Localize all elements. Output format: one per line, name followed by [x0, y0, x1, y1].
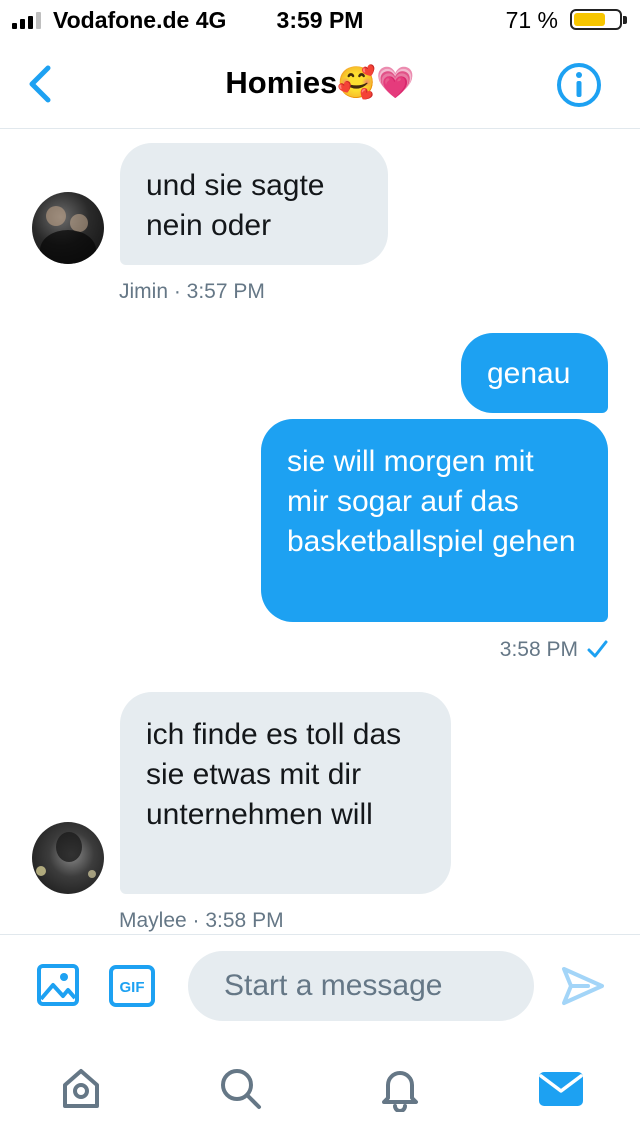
avatar[interactable]	[32, 822, 104, 894]
message-bubble[interactable]: ich finde es toll das sie etwas mit dir …	[120, 692, 451, 894]
info-circle-icon	[557, 63, 601, 107]
gif-label: GIF	[120, 979, 145, 996]
message-bubble[interactable]: sie will morgen mit mir sogar auf das ba…	[261, 419, 608, 622]
message-meta: Jimin · 3:57 PM	[119, 280, 265, 303]
info-button[interactable]	[556, 62, 602, 108]
image-icon	[37, 964, 79, 1006]
message-composer: GIF	[0, 934, 640, 1038]
battery-fill	[574, 13, 605, 26]
tab-notifications[interactable]	[376, 1064, 424, 1113]
message-input[interactable]	[188, 951, 534, 1021]
message-bubble[interactable]: genau	[461, 333, 608, 413]
checkmark-icon	[587, 640, 608, 658]
home-icon	[63, 1069, 99, 1108]
battery-icon	[570, 9, 627, 30]
gif-icon: GIF	[109, 965, 155, 1007]
signal-strength-icon	[12, 12, 41, 29]
notifications-icon	[382, 1071, 418, 1113]
carrier-label: Vodafone.de 4G	[53, 7, 227, 33]
add-image-button[interactable]	[36, 963, 80, 1007]
avatar[interactable]	[32, 192, 104, 264]
send-button[interactable]	[560, 965, 606, 1007]
message-bubble[interactable]: und sie sagte nein oder	[120, 143, 388, 265]
bottom-tab-bar	[0, 1038, 640, 1136]
status-bar: Vodafone.de 4G 3:59 PM 71 %	[0, 0, 640, 40]
send-icon	[562, 967, 604, 1005]
message-meta: Maylee · 3:58 PM	[119, 909, 284, 932]
add-gif-button[interactable]: GIF	[108, 964, 156, 1008]
back-button[interactable]	[24, 62, 60, 106]
tab-search[interactable]	[216, 1064, 264, 1112]
chevron-left-icon	[29, 65, 51, 103]
conversation-header: Homies🥰💗	[0, 40, 640, 129]
tab-home[interactable]	[57, 1064, 105, 1112]
conversation-title: Homies🥰💗	[225, 65, 415, 100]
search-icon	[221, 1069, 261, 1109]
battery-percent: 71 %	[505, 7, 558, 33]
messages-icon	[539, 1072, 583, 1106]
message-meta: 3:58 PM	[499, 638, 578, 661]
tab-messages[interactable]	[537, 1064, 585, 1112]
